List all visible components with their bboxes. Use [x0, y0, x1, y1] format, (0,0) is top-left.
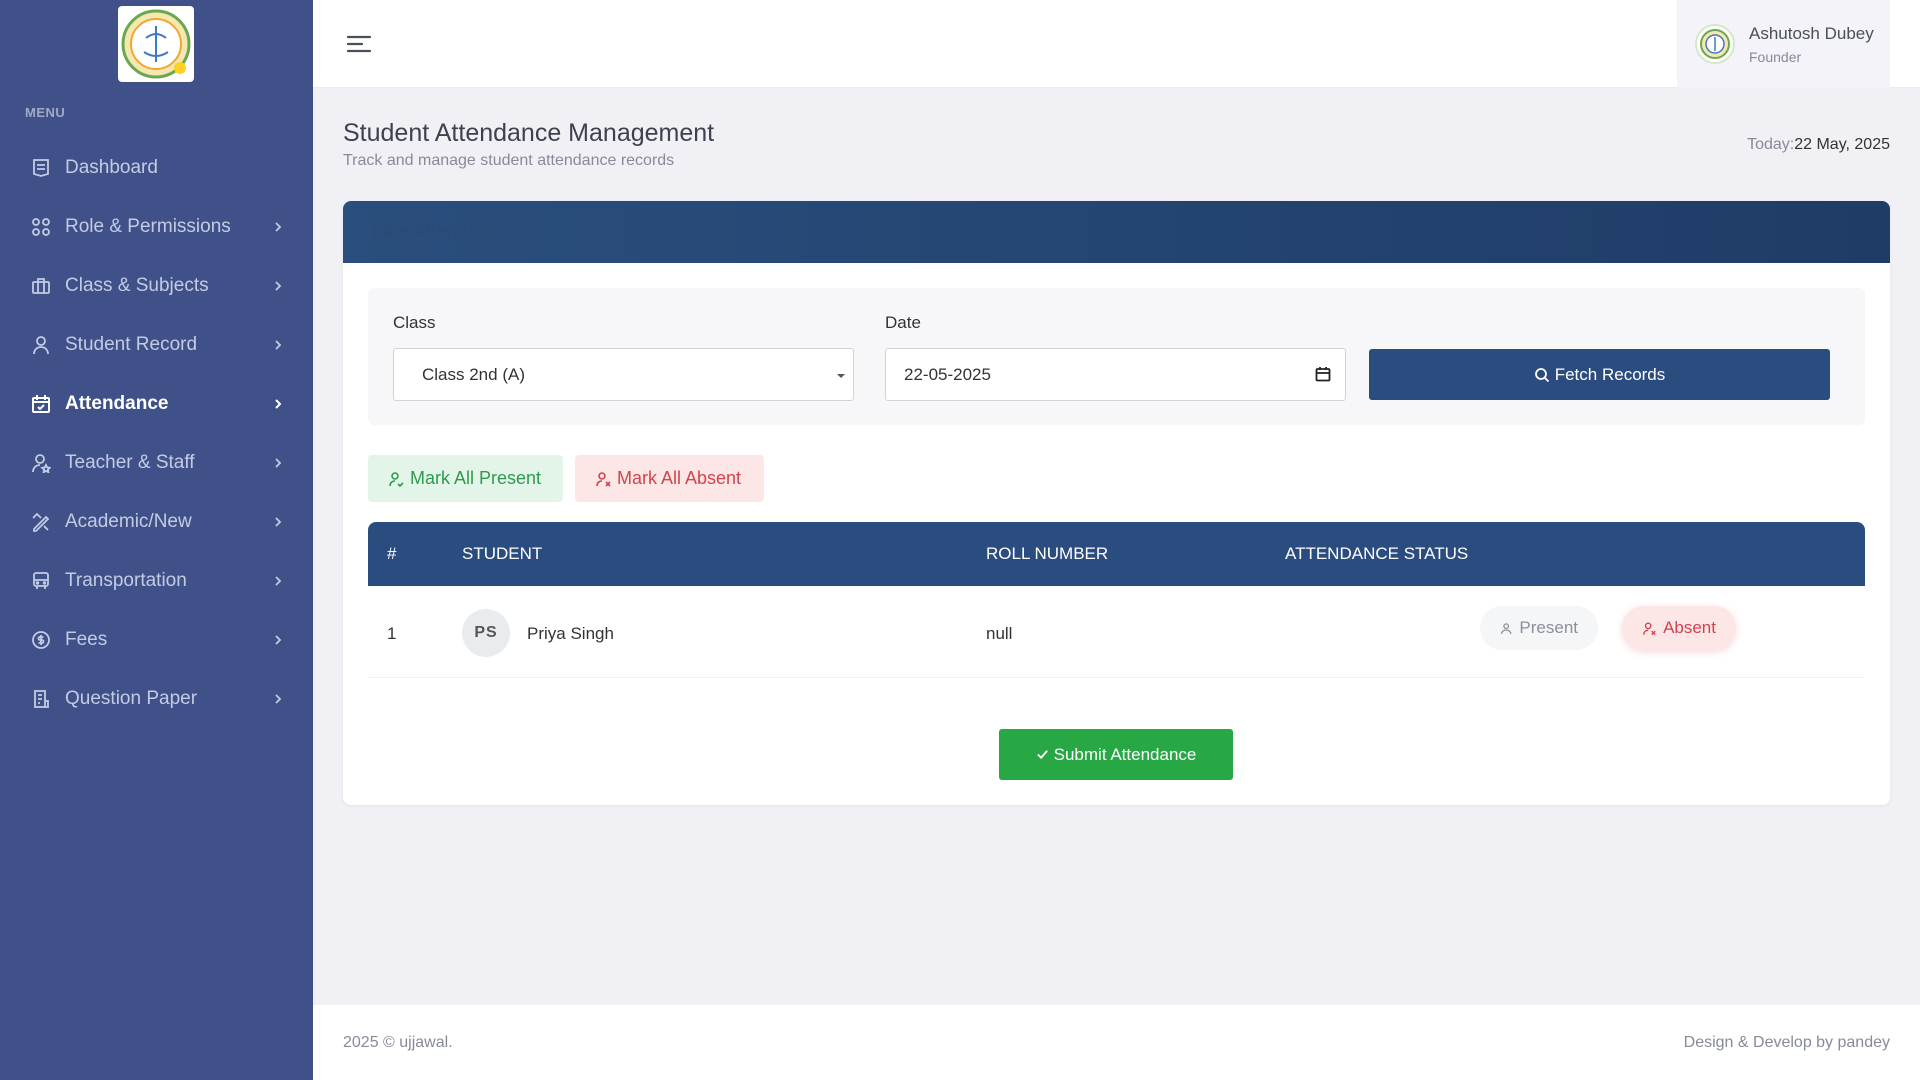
column-header-student: STUDENT: [462, 544, 543, 563]
pencil-ruler-icon: [30, 511, 52, 533]
sidebar-item-label: Transportation: [65, 569, 187, 591]
mark-all-present-label: Mark All Present: [410, 468, 542, 488]
mark-all-absent-button[interactable]: Mark All Absent: [575, 455, 764, 502]
absent-button[interactable]: Absent: [1622, 606, 1736, 650]
sidebar-item-role-permissions[interactable]: Role & Permissions: [0, 197, 313, 256]
briefcase-icon: [30, 275, 52, 297]
class-select[interactable]: Class 2nd (A): [393, 348, 854, 401]
column-header-roll: ROLL NUMBER: [986, 544, 1109, 563]
caret-down-icon: [837, 374, 845, 378]
fetch-records-button[interactable]: Fetch Records: [1369, 349, 1830, 400]
student-avatar: PS: [462, 609, 510, 657]
dashboard-icon: [30, 157, 52, 179]
attendance-card: Take Attendance Class Class 2nd (A) Date…: [343, 201, 1890, 805]
sidebar-item-label: Teacher & Staff: [65, 451, 195, 473]
filter-panel: Class Class 2nd (A) Date 22-05-2025 Fetc…: [368, 288, 1865, 425]
date-input-value: 22-05-2025: [904, 364, 991, 384]
sidebar-item-teacher-staff[interactable]: Teacher & Staff: [0, 433, 313, 492]
calendar-check-icon: [30, 393, 52, 415]
student-name: Priya Singh: [527, 624, 614, 643]
footer: 2025 © ujjawal. Design & Develop by pand…: [313, 1005, 1920, 1080]
sidebar-item-label: Fees: [65, 628, 108, 650]
user-icon: [30, 334, 52, 356]
page-title: Student Attendance Management: [343, 119, 715, 147]
footer-credit: Design & Develop by pandey: [1683, 1034, 1890, 1051]
sidebar-item-transportation[interactable]: Transportation: [0, 551, 313, 610]
mark-all-absent-label: Mark All Absent: [617, 468, 742, 488]
user-icon: [1500, 622, 1512, 634]
user-profile[interactable]: Ashutosh Dubey Founder: [1677, 0, 1890, 88]
menu-title: MENU: [25, 105, 66, 120]
chevron-right-icon: [275, 693, 282, 704]
topbar: Ashutosh Dubey Founder: [313, 0, 1920, 88]
present-button[interactable]: Present: [1480, 606, 1598, 650]
present-label: Present: [1519, 618, 1578, 637]
chevron-right-icon: [275, 280, 282, 291]
table-header: # STUDENT ROLL NUMBER ATTENDANCE STATUS: [368, 522, 1865, 586]
search-icon: [1534, 367, 1549, 382]
sidebar-nav: Dashboard Role & Permissions Class & Sub…: [0, 138, 313, 728]
sidebar-item-label: Student Record: [65, 333, 198, 355]
bus-icon: [30, 570, 52, 592]
user-x-icon: [596, 471, 611, 487]
sidebar-item-label: Academic/New: [65, 510, 192, 532]
sidebar-item-class-subjects[interactable]: Class & Subjects: [0, 256, 313, 315]
class-label: Class: [393, 313, 436, 332]
sidebar-item-label: Question Paper: [65, 687, 198, 709]
avatar: [1695, 24, 1735, 64]
row-number: 1: [387, 624, 397, 643]
user-x-icon: [1643, 622, 1656, 635]
user-check-icon: [389, 471, 404, 487]
grid-icon: [30, 216, 52, 238]
sidebar-item-dashboard[interactable]: Dashboard: [0, 138, 313, 197]
date-input[interactable]: 22-05-2025: [885, 348, 1346, 401]
card-title: Take Attendance: [368, 221, 509, 242]
user-star-icon: [30, 452, 52, 474]
chevron-right-icon: [275, 516, 282, 527]
today-value: 22 May, 2025: [1794, 136, 1890, 153]
check-icon: [1036, 750, 1048, 760]
chevron-right-icon: [275, 398, 282, 409]
class-select-value: Class 2nd (A): [422, 364, 525, 384]
footer-copyright: 2025 © ujjawal.: [343, 1034, 453, 1051]
today-date: Today:22 May, 2025: [1747, 136, 1890, 154]
chevron-right-icon: [275, 457, 282, 468]
sidebar-item-label: Role & Permissions: [65, 215, 231, 237]
sidebar-item-label: Attendance: [65, 392, 169, 414]
absent-label: Absent: [1663, 618, 1716, 637]
file-list-icon: [30, 688, 52, 710]
user-name: Ashutosh Dubey: [1749, 23, 1874, 43]
chevron-right-icon: [275, 634, 282, 645]
calendar-icon[interactable]: [1315, 366, 1331, 382]
sidebar-item-attendance[interactable]: Attendance: [0, 374, 313, 433]
hamburger-menu-icon[interactable]: [346, 32, 374, 56]
school-logo[interactable]: [118, 6, 194, 82]
column-header-num: #: [387, 544, 397, 563]
sidebar-item-academic-new[interactable]: Academic/New: [0, 492, 313, 551]
sidebar-item-label: Class & Subjects: [65, 274, 209, 296]
sidebar-item-label: Dashboard: [65, 156, 158, 178]
money-icon: [30, 629, 52, 651]
submit-attendance-button[interactable]: Submit Attendance: [999, 729, 1233, 780]
fetch-records-label: Fetch Records: [1554, 364, 1666, 384]
table-row: 1 PS Priya Singh null Present Absent: [368, 586, 1865, 678]
sidebar-item-fees[interactable]: Fees: [0, 610, 313, 669]
mark-all-present-button[interactable]: Mark All Present: [368, 455, 563, 502]
column-header-status: ATTENDANCE STATUS: [1285, 544, 1469, 563]
sidebar-item-question-paper[interactable]: Question Paper: [0, 669, 313, 728]
today-label: Today:: [1747, 136, 1795, 153]
sidebar: MENU Dashboard Role & Permissions Class …: [0, 0, 313, 1080]
submit-attendance-label: Submit Attendance: [1053, 744, 1197, 764]
chevron-right-icon: [275, 339, 282, 350]
chevron-right-icon: [275, 575, 282, 586]
sidebar-item-student-record[interactable]: Student Record: [0, 315, 313, 374]
page-subtitle: Track and manage student attendance reco…: [343, 152, 675, 169]
user-role: Founder: [1749, 48, 1802, 65]
card-header: Take Attendance: [343, 201, 1890, 263]
roll-number: null: [986, 624, 1013, 643]
chevron-right-icon: [275, 221, 282, 232]
date-label: Date: [885, 313, 921, 332]
